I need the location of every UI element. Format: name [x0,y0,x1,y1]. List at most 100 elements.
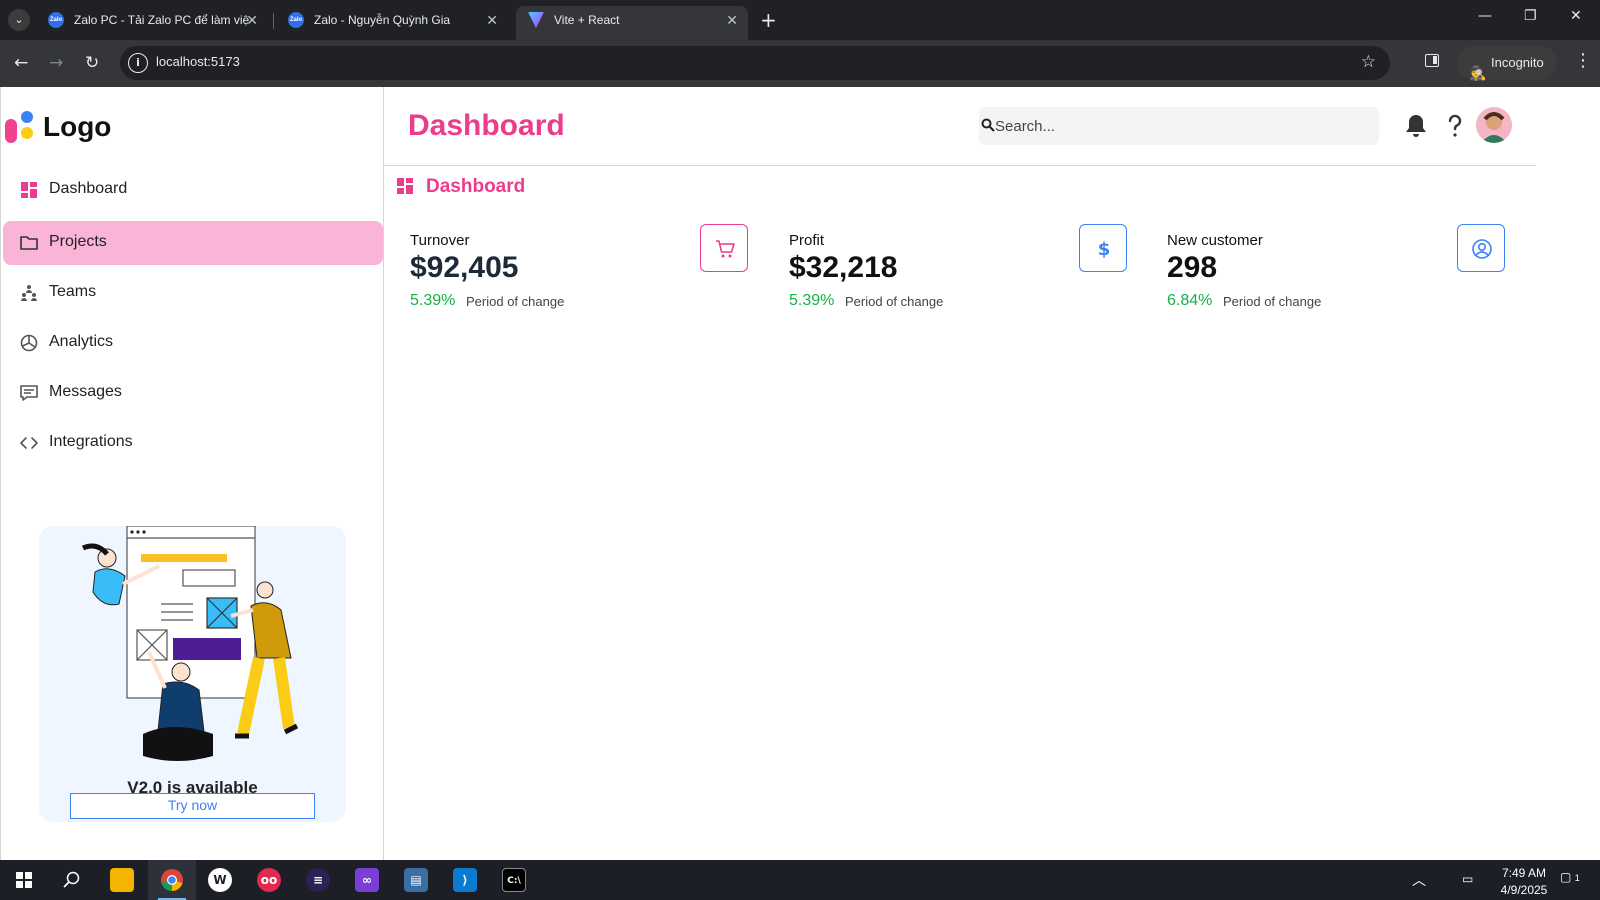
vscode-icon: ⟩ [453,868,477,892]
avatar-face-icon [1481,112,1507,143]
restore-icon[interactable]: ❐ [1524,8,1537,24]
close-tab-icon[interactable]: ✕ [486,6,498,34]
browser-toolbar: ← → ↻ i localhost:5173 ☆ [0,40,1600,87]
network-icon[interactable]: ▭ [1462,872,1473,886]
app-icon: oo [257,868,281,892]
sidebar-item-integrations[interactable]: Integrations [3,421,383,465]
sidebar-item-teams[interactable]: Teams [3,271,383,315]
windows-logo-icon [16,872,32,888]
card-change: 5.39% [789,292,835,309]
close-tab-icon[interactable]: ✕ [726,6,738,34]
app-root: Logo Dashboard Projects Teams Analytics … [0,87,1600,860]
visual-studio-icon: ∞ [355,868,379,892]
dollar-button[interactable]: $ [1079,224,1127,272]
new-customer-card: New customer 298 6.84% Period of change [1167,224,1507,322]
site-info-icon[interactable]: i [128,53,148,73]
try-now-button[interactable]: Try now [70,793,315,819]
tab-title: Vite + React [554,13,620,27]
browser-tab-zalo-chat[interactable]: Zalo Zalo - Nguyễn Quỳnh Gia ✕ [276,6,508,40]
avatar[interactable] [1476,107,1512,143]
cart-icon [716,240,735,258]
app-icon: W [208,868,232,892]
close-window-icon[interactable]: ✕ [1570,8,1582,24]
sidebar-item-messages[interactable]: Messages [3,371,383,415]
user-circle-icon [1472,239,1492,259]
notification-center[interactable]: ▢ 1 [1560,870,1580,884]
help-icon[interactable] [1442,112,1468,140]
card-label: Profit [789,232,825,249]
browser-menu-icon[interactable]: ⋮ [1574,50,1592,71]
breadcrumb-label: Dashboard [426,176,526,197]
card-value: 298 [1167,251,1218,284]
back-icon[interactable]: ← [14,53,28,73]
taskbar-search-button[interactable] [48,860,96,900]
dashboard-grid-icon [21,182,37,198]
taskbar-terminal[interactable]: C:\ [490,860,538,900]
card-label: New customer [1167,232,1263,249]
taskbar-app-1[interactable]: W [196,860,244,900]
tab-search-button[interactable]: ⌄ [8,9,30,31]
taskbar-vscode[interactable]: ⟩ [441,860,489,900]
notification-count: 1 [1574,873,1580,883]
card-change-label: Period of change [845,294,944,309]
sidebar: Logo Dashboard Projects Teams Analytics … [0,87,384,860]
sidebar-item-label: Integrations [49,433,133,450]
incognito-icon: 🕵 [1469,65,1487,81]
card-change-label: Period of change [1223,294,1322,309]
logo-mark-icon [5,111,39,143]
chrome-icon [161,869,183,891]
search-box[interactable] [979,107,1379,145]
eclipse-icon: ≡ [306,868,330,892]
taskbar-file-explorer[interactable] [98,860,146,900]
folder-icon [110,868,134,892]
page-title: Dashboard [408,109,565,142]
card-change: 5.39% [410,292,456,309]
taskbar-eclipse[interactable]: ≡ [294,860,342,900]
app-icon: ▤ [404,868,428,892]
card-change-label: Period of change [466,294,565,309]
taskbar-app-2[interactable]: oo [245,860,293,900]
vite-icon [528,12,544,28]
pie-chart-icon [20,334,38,352]
new-tab-icon[interactable]: + [760,6,777,34]
sidebar-item-label: Dashboard [49,180,128,197]
card-value: $92,405 [410,251,519,284]
bookmark-star-icon[interactable]: ☆ [1361,52,1376,72]
notification-icon: ▢ [1560,870,1572,884]
card-change: 6.84% [1167,292,1213,309]
address-bar[interactable]: i localhost:5173 ☆ [120,46,1390,80]
side-panel-icon[interactable] [1425,54,1439,67]
browser-tab-zalo-pc[interactable]: Zalo Zalo PC - Tải Zalo PC để làm việ ✕ [36,6,268,40]
taskbar-visual-studio[interactable]: ∞ [343,860,391,900]
sidebar-item-analytics[interactable]: Analytics [3,321,383,365]
code-icon [20,437,38,449]
clock[interactable]: 7:49 AM 4/9/2025 [1494,866,1554,897]
minimize-icon[interactable]: — [1478,8,1492,24]
svg-text:$: $ [1098,239,1111,260]
taskbar-app-3[interactable]: ▤ [392,860,440,900]
reload-icon[interactable]: ↻ [85,53,99,73]
windows-taskbar: W oo ≡ ∞ ▤ ⟩ C:\ ︿ ▭ 7:49 AM 4/9/2025 ▢ … [0,860,1600,900]
search-input[interactable] [995,107,1375,145]
card-value: $32,218 [789,251,898,284]
clock-date: 4/9/2025 [1500,883,1548,897]
bell-icon[interactable] [1403,112,1429,140]
sidebar-item-label: Teams [49,283,97,300]
teams-icon [21,285,37,301]
url-text[interactable]: localhost:5173 [156,54,240,69]
card-label: Turnover [410,232,470,249]
cart-button[interactable] [700,224,748,272]
show-hidden-icons[interactable]: ︿ [1412,870,1426,890]
taskbar-chrome[interactable] [148,860,196,900]
upgrade-promo-card: V2.0 is available Try now [39,526,346,822]
forward-icon[interactable]: → [49,53,63,73]
start-button[interactable] [0,860,48,900]
top-header: Dashboard [384,87,1536,166]
logo-text: Logo [43,111,112,142]
browser-tab-vite-react[interactable]: Vite + React ✕ [516,6,748,40]
sidebar-item-projects[interactable]: Projects [3,221,383,265]
sidebar-item-dashboard[interactable]: Dashboard [3,168,383,212]
close-tab-icon[interactable]: ✕ [246,6,258,34]
incognito-indicator[interactable]: 🕵 Incognito [1457,46,1557,81]
user-button[interactable] [1457,224,1505,272]
